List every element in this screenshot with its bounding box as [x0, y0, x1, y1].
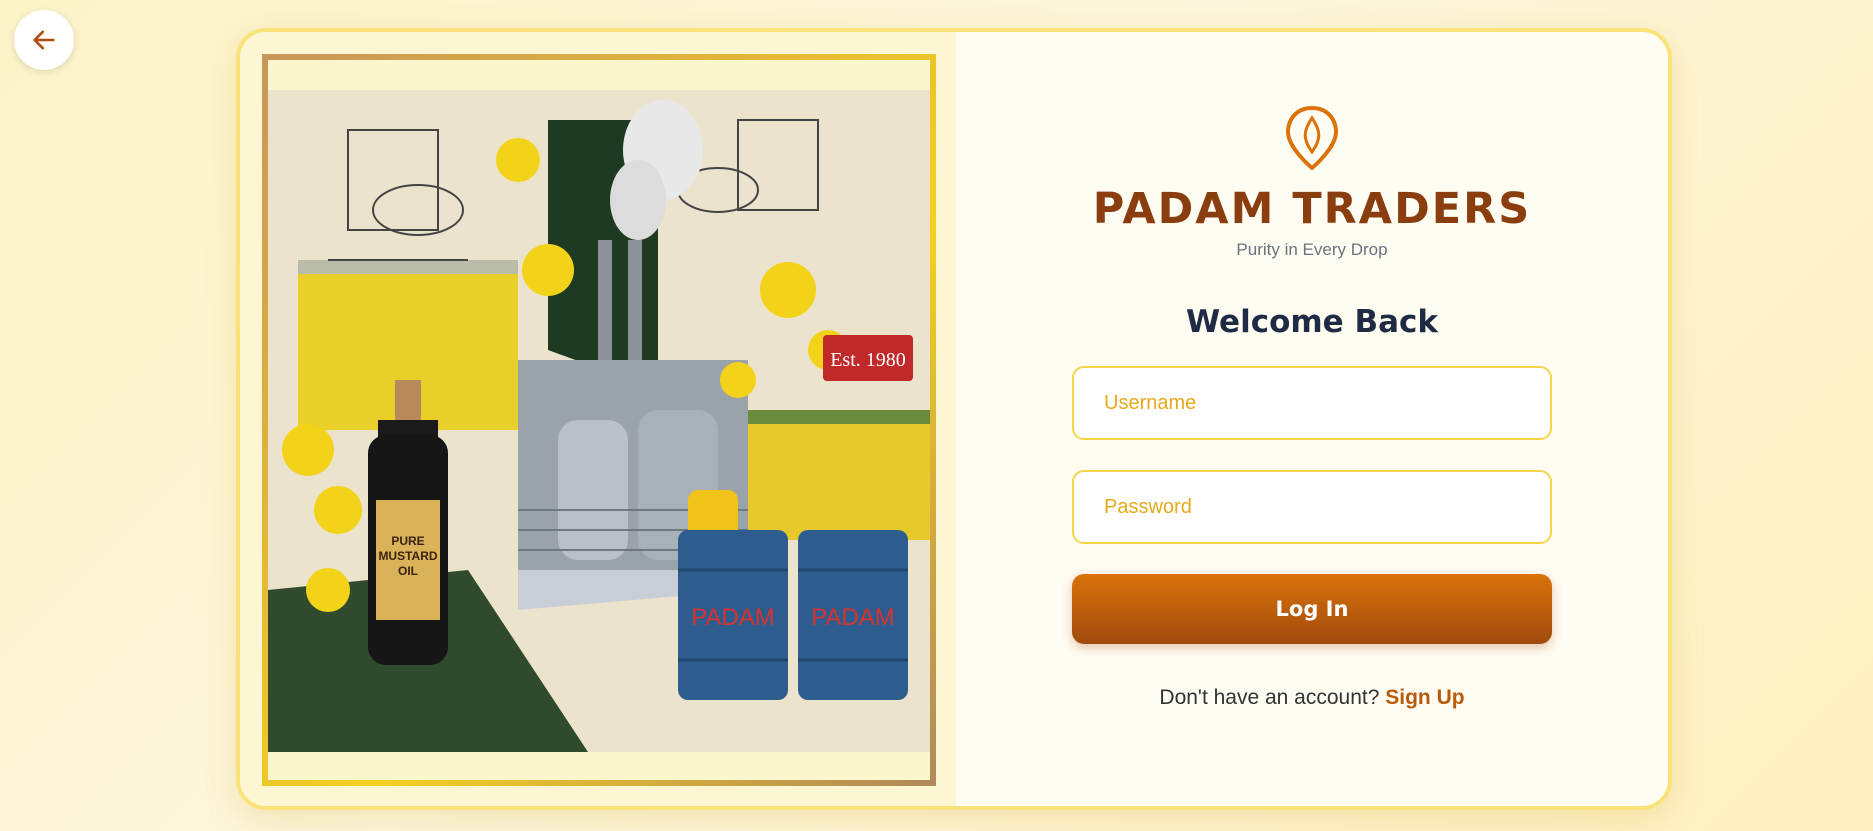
brand-tagline: Purity in Every Drop: [1236, 240, 1388, 259]
login-form-pane: PADAM TRADERS Purity in Every Drop Welco…: [956, 32, 1668, 806]
bottle-text-2: MUSTARD: [378, 549, 437, 563]
bottle-text-3: OIL: [398, 564, 418, 578]
login-button[interactable]: Log In: [1072, 574, 1552, 644]
hero-image-frame: Est. 1980 PURE MUSTARD OIL PADAM PADAM: [262, 54, 936, 786]
arrow-left-icon: [33, 30, 55, 50]
signup-prompt: Don't have an account?: [1159, 686, 1380, 709]
username-input[interactable]: [1072, 366, 1552, 440]
hero-collage-image: Est. 1980 PURE MUSTARD OIL PADAM PADAM: [268, 90, 930, 752]
brand-name: PADAM TRADERS: [1092, 184, 1532, 234]
password-input[interactable]: [1072, 470, 1552, 544]
oil-drop-pin-icon: [1285, 105, 1339, 171]
form-heading: Welcome Back: [1185, 304, 1439, 340]
back-button[interactable]: [14, 10, 74, 70]
signup-row: Don't have an account? Sign Up: [1159, 686, 1464, 710]
est-sign-text: Est. 1980: [830, 349, 906, 371]
barrel-label-1: PADAM: [691, 604, 775, 631]
signup-link[interactable]: Sign Up: [1385, 686, 1464, 709]
barrel-label-2: PADAM: [811, 604, 895, 631]
bottle-text-1: PURE: [391, 534, 424, 548]
hero-pane: Est. 1980 PURE MUSTARD OIL PADAM PADAM: [240, 32, 956, 806]
login-card: Est. 1980 PURE MUSTARD OIL PADAM PADAM P…: [236, 28, 1672, 810]
